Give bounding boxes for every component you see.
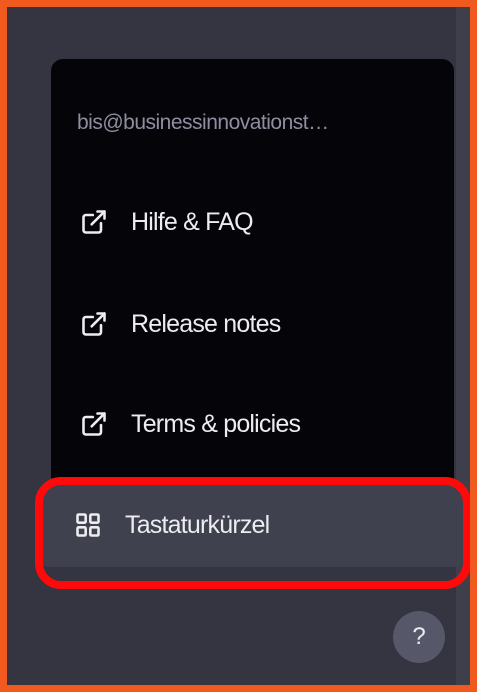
external-link-icon (79, 409, 109, 439)
window-frame: bis@businessinnovationst… Hilfe & FAQ Re… (0, 0, 477, 692)
menu-item-label: Hilfe & FAQ (131, 207, 254, 236)
account-menu-panel: bis@businessinnovationst… Hilfe & FAQ Re… (51, 59, 454, 489)
grid-icon (73, 510, 103, 540)
account-email: bis@businessinnovationst… (77, 111, 329, 134)
help-button[interactable]: ? (393, 611, 445, 663)
menu-item-label: Tastaturkürzel (125, 510, 270, 539)
menu-item-help-faq[interactable]: Hilfe & FAQ (71, 192, 441, 252)
menu-item-label: Release notes (131, 309, 281, 338)
external-link-icon (79, 207, 109, 237)
menu-item-label: Terms & policies (131, 409, 301, 438)
menu-item-keyboard-shortcuts[interactable]: Tastaturkürzel (65, 495, 435, 555)
external-link-icon (79, 309, 109, 339)
menu-item-release-notes[interactable]: Release notes (71, 294, 441, 354)
scrollbar[interactable] (456, 7, 470, 685)
menu-item-terms-policies[interactable]: Terms & policies (71, 394, 441, 454)
menu-item-keyboard-shortcuts-row: Tastaturkürzel (39, 483, 463, 567)
